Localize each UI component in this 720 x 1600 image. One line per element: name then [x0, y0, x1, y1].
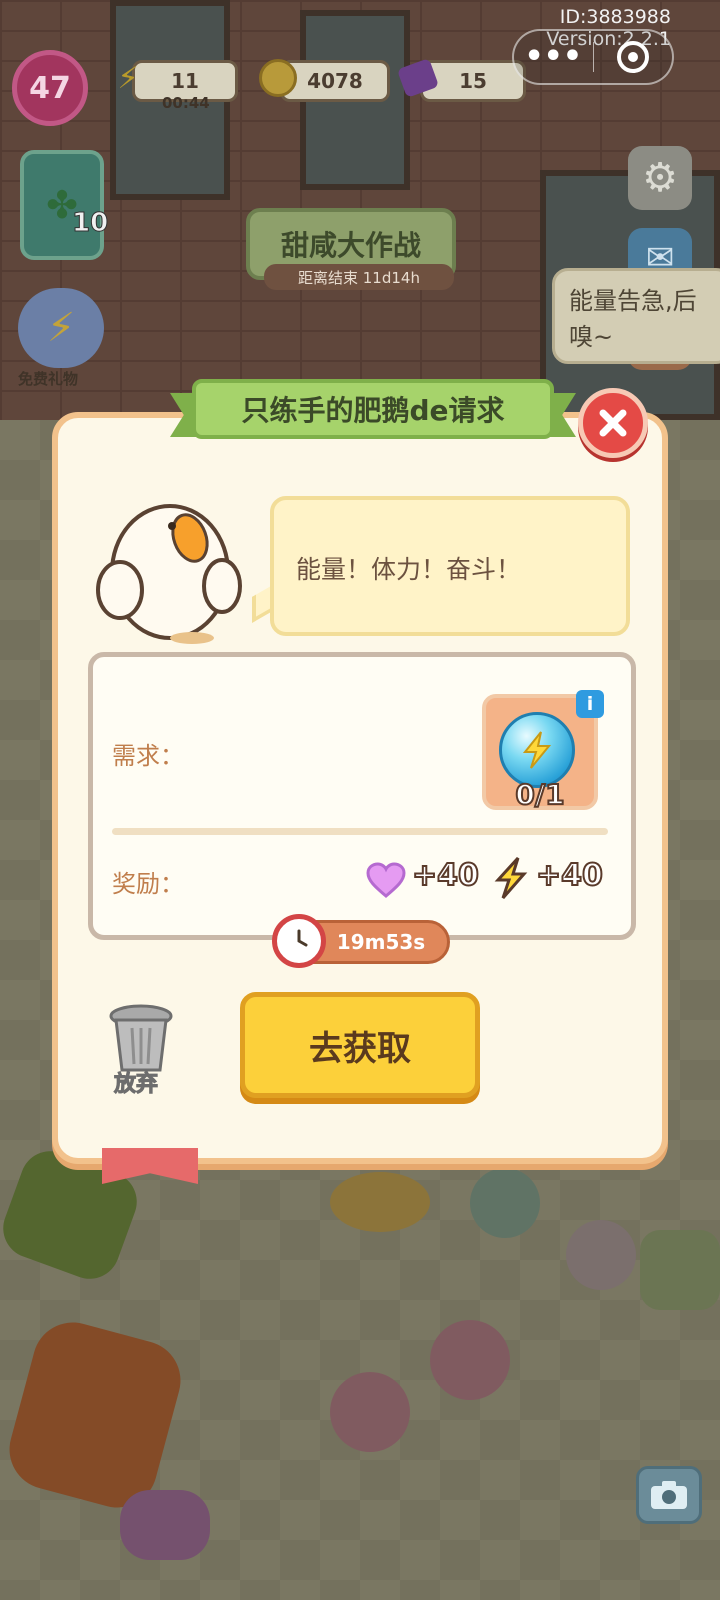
- settings-button[interactable]: ⚙: [628, 146, 692, 210]
- camera-icon: [651, 1481, 687, 1509]
- speech-text: 能量！体力！奋斗！: [296, 555, 522, 584]
- tip-bubble: 能量告急,后 嗅~: [552, 268, 720, 364]
- gem-value: 15: [459, 69, 487, 93]
- timer-text: 19m53s: [336, 930, 426, 954]
- event-title: 甜咸大作战: [280, 229, 421, 262]
- dialog-title-ribbon: 只练手的肥鹅de请求: [170, 379, 576, 443]
- free-gift-button[interactable]: ⚡: [18, 288, 104, 368]
- duck-character: [96, 504, 242, 644]
- dialog-title: 只练手的肥鹅de请求: [192, 379, 554, 439]
- clock-icon: [272, 914, 326, 968]
- more-options-button[interactable]: •••: [514, 42, 593, 72]
- coin-value: 4078: [307, 69, 363, 93]
- reward-label: 奖励：: [112, 870, 184, 898]
- lightning-icon: ⚡: [46, 305, 76, 351]
- mini-program-capsule: •••: [512, 29, 674, 85]
- exit-mini-program-button[interactable]: [594, 41, 673, 73]
- requirement-count: 0/1: [514, 777, 565, 812]
- panel-divider: [112, 828, 608, 835]
- close-icon: [599, 409, 627, 437]
- clipboard-count: 10: [71, 208, 109, 239]
- reward-heart-value: +40: [411, 857, 480, 894]
- speech-bubble: 能量！体力！奋斗！: [270, 496, 630, 636]
- user-id: ID:3883988: [559, 6, 671, 28]
- reward-energy-value: +40: [535, 857, 604, 894]
- event-countdown: 距离结束 11d14h: [264, 264, 454, 290]
- task-clipboard-button[interactable]: 10 ✤: [20, 150, 109, 260]
- requirement-label: 需求：: [112, 742, 184, 770]
- go-get-label: 去获取: [309, 1028, 411, 1069]
- energy-value: 11: [171, 69, 199, 93]
- lightning-icon: ⚡: [117, 60, 139, 96]
- lightning-icon: [494, 856, 528, 899]
- gear-icon: ⚙: [642, 155, 678, 201]
- level-number: 47: [29, 70, 71, 106]
- heart-icon: [366, 862, 406, 898]
- coin-icon: [256, 56, 300, 100]
- go-get-button[interactable]: 去获取: [240, 992, 480, 1098]
- energy-orb-icon: [499, 712, 575, 788]
- abandon-label: 放弃: [113, 1072, 159, 1098]
- camera-button[interactable]: [636, 1466, 702, 1524]
- gem-icon: [396, 56, 440, 100]
- close-button[interactable]: [578, 388, 648, 458]
- target-icon: [616, 41, 649, 73]
- info-icon[interactable]: i: [576, 690, 604, 718]
- free-gift-label: 免费礼物: [18, 370, 79, 388]
- level-badge[interactable]: 47: [12, 50, 88, 126]
- energy-timer: 00:44: [162, 94, 210, 112]
